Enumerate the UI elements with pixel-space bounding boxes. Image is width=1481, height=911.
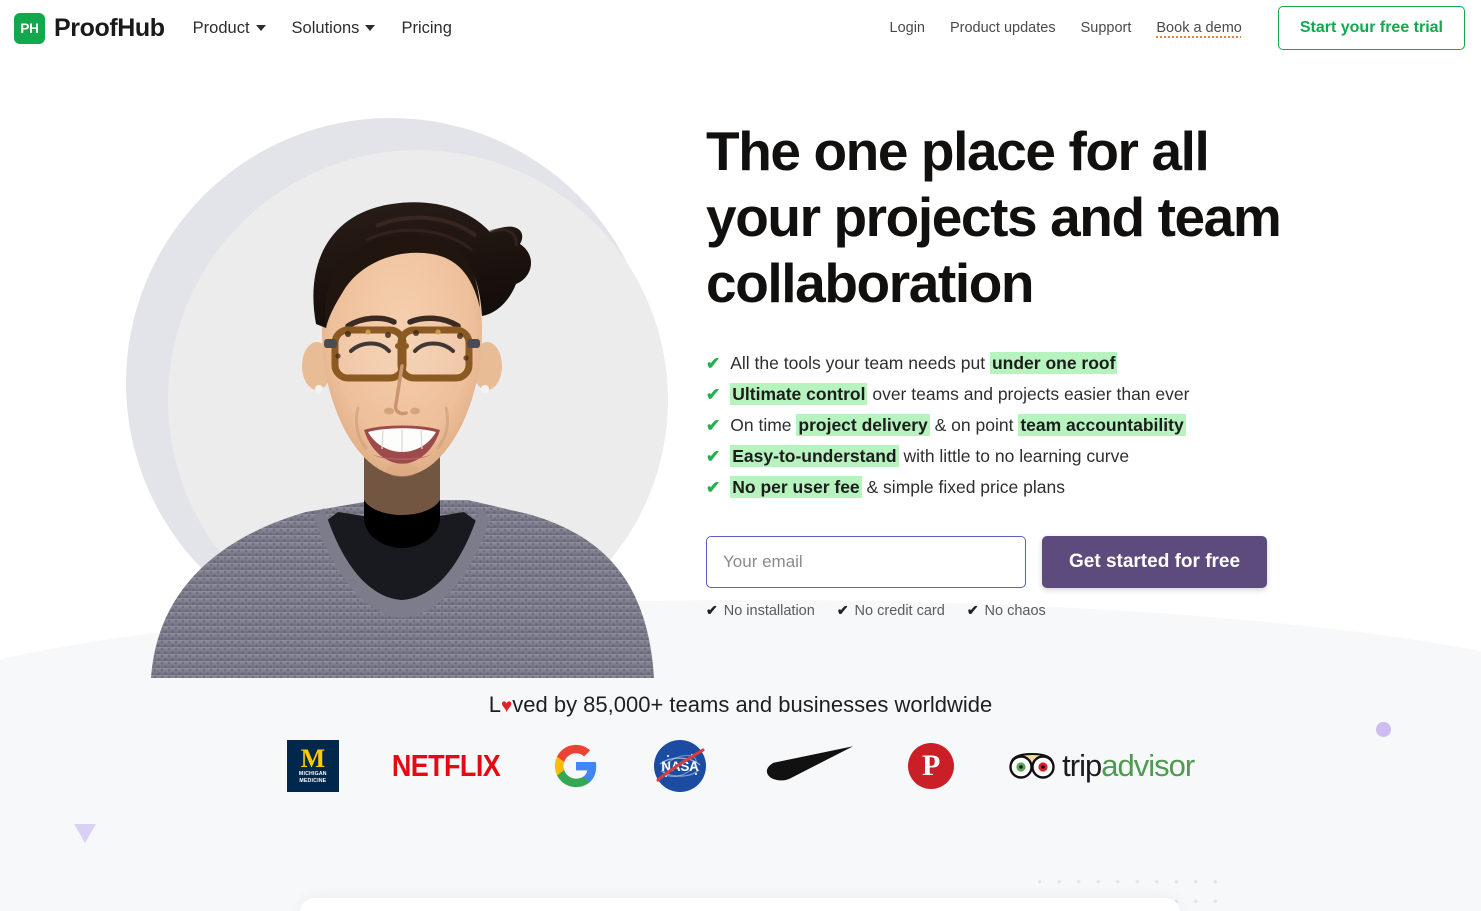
hero-content: The one place for all your projects and … [706,118,1326,619]
utility-navigation: Login Product updates Support Book a dem… [890,6,1465,50]
logo-michigan-medicine: M MICHIGAN MEDICINE [286,738,339,794]
check-icon: ✔ [836,602,849,618]
triangle-decoration-icon [74,824,96,843]
trust-badge-no-chaos: ✔ No chaos [967,602,1046,619]
trust-badge-no-credit-card: ✔ No credit card [837,602,945,619]
list-item: ✔ Ultimate control over teams and projec… [706,379,1326,410]
trust-badge-label: No installation [723,602,815,619]
heart-icon: ♥ [500,696,513,717]
umich-line2: MEDICINE [299,778,327,784]
tripadvisor-owl-icon [1009,752,1055,779]
logo-netflix: NETFLIX [391,738,501,794]
check-icon: ✔ [706,385,721,404]
proofhub-logo-icon: PH [14,12,45,44]
social-proof-title: L♥ved by 85,000+ teams and businesses wo… [0,692,1481,718]
chevron-down-icon [365,25,376,31]
hero-image [76,108,696,678]
hero-portrait-photo [151,202,654,678]
list-item-text: On time project delivery & on point team… [730,414,1186,436]
nav-item-product-label: Product [192,18,250,37]
nav-item-pricing-label: Pricing [401,18,452,37]
brand-name: ProofHub [54,13,165,42]
trust-badge-label: No credit card [854,602,945,619]
circle-decoration-icon [1376,722,1391,737]
brand-mark-text: PH [20,20,39,36]
umich-line1: MICHIGAN [298,771,327,777]
signup-form: Get started for free [706,536,1326,588]
customer-logo-strip: M MICHIGAN MEDICINE NETFLIX NASA P tripa… [0,738,1481,794]
list-item: ✔ No per user fee & simple fixed price p… [706,472,1326,503]
list-item-text: No per user fee & simple fixed price pla… [730,476,1065,498]
list-item-text: Easy-to-understand with little to no lea… [730,445,1130,467]
nav-item-login[interactable]: Login [890,20,925,36]
list-item-text: Ultimate control over teams and projects… [730,383,1190,405]
trust-badges: ✔ No installation ✔ No credit card ✔ No … [706,602,1326,619]
trust-badge-label: No chaos [984,602,1046,619]
check-icon: ✔ [706,416,721,435]
nav-item-solutions-label: Solutions [291,18,360,37]
email-field[interactable] [706,536,1026,588]
logo-pinterest: P [908,738,955,794]
logo-nike [761,738,855,794]
check-icon: ✔ [706,447,721,466]
start-free-trial-button[interactable]: Start your free trial [1277,6,1465,50]
nav-item-solutions[interactable]: Solutions [292,19,376,38]
social-proof-title-after: ved by 85,000+ teams and businesses worl… [512,692,993,717]
bottom-card-edge [300,898,1180,911]
site-header: PH ProofHub Product Solutions Pricing Lo… [0,0,1481,56]
get-started-button[interactable]: Get started for free [1042,536,1268,588]
list-item: ✔ On time project delivery & on point te… [706,410,1326,441]
trust-badge-no-installation: ✔ No installation [706,602,815,619]
list-item-text: All the tools your team needs put under … [730,352,1118,374]
nasa-icon: NASA [654,740,707,792]
social-proof-title-before: L [488,692,501,717]
tripadvisor-wordmark: tripadvisor [1062,748,1195,783]
pinterest-letter: P [921,749,941,782]
logo-google [553,738,599,794]
nike-swoosh-icon [767,746,854,781]
nav-item-product[interactable]: Product [193,19,266,38]
list-item: ✔ Easy-to-understand with little to no l… [706,441,1326,472]
check-icon: ✔ [706,354,721,373]
nav-item-book-a-demo[interactable]: Book a demo [1156,20,1241,36]
main-navigation: Product Solutions Pricing [193,19,452,38]
nav-item-pricing[interactable]: Pricing [401,19,451,38]
page-title: The one place for all your projects and … [706,120,1282,314]
michigan-medicine-icon: M MICHIGAN MEDICINE [286,740,339,792]
netflix-icon: NETFLIX [391,748,501,783]
chevron-down-icon [255,25,266,31]
landing-page: PH ProofHub Product Solutions Pricing Lo… [0,0,1481,911]
logo-nasa: NASA [652,738,708,794]
pinterest-icon: P [908,743,955,789]
umich-letter: M [300,744,326,773]
google-icon [555,744,597,788]
nav-item-support[interactable]: Support [1081,20,1132,36]
check-icon: ✔ [706,478,721,497]
nav-item-product-updates[interactable]: Product updates [950,20,1056,36]
brand-logo-link[interactable]: PH ProofHub [14,12,165,44]
feature-bullet-list: ✔ All the tools your team needs put unde… [706,348,1326,503]
logo-tripadvisor: tripadvisor [1007,738,1195,794]
check-icon: ✔ [706,602,718,618]
list-item: ✔ All the tools your team needs put unde… [706,348,1326,379]
check-icon: ✔ [966,602,979,618]
